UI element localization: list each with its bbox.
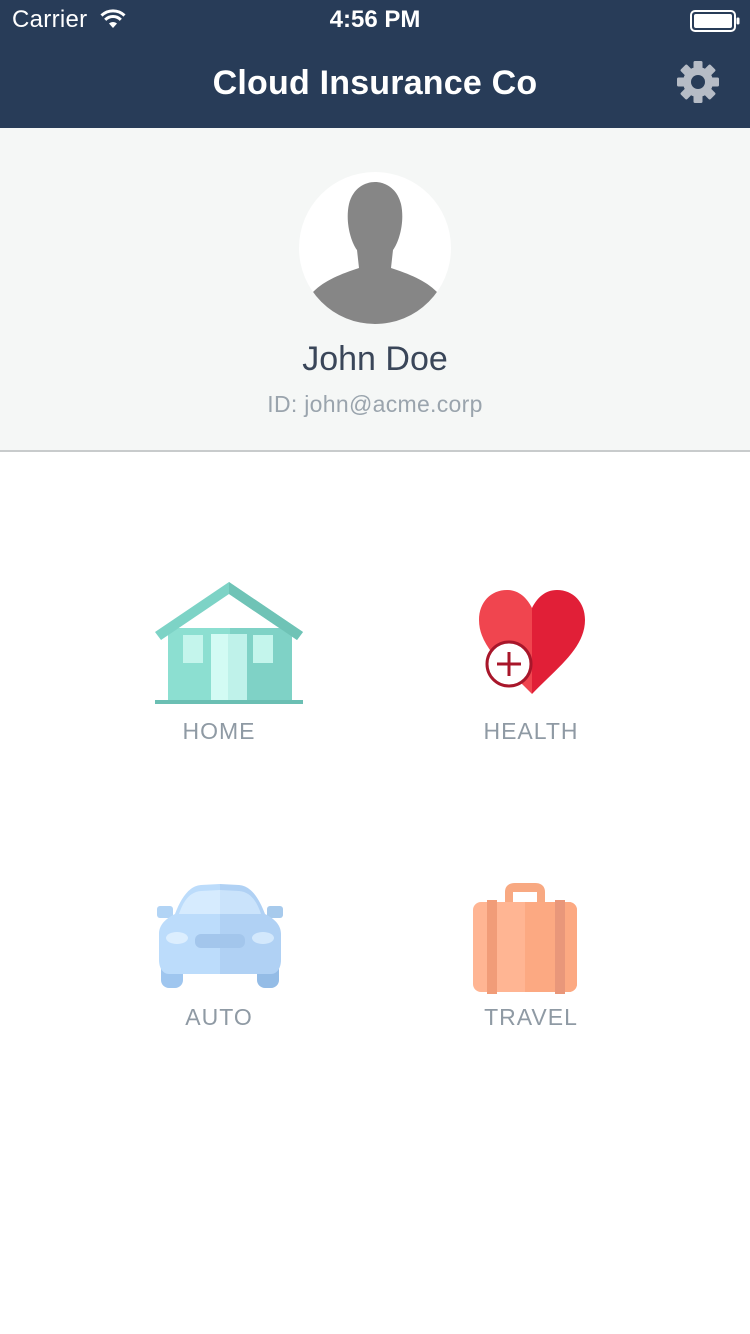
- gear-icon: [677, 61, 719, 103]
- settings-button[interactable]: [676, 60, 720, 104]
- status-bar: Carrier 4:56 PM: [0, 0, 750, 40]
- heart-plus-icon: [479, 590, 585, 694]
- car-icon: [157, 884, 283, 988]
- category-home-label: HOME: [182, 718, 256, 744]
- battery-icon: [690, 10, 740, 32]
- category-health[interactable]: HEALTH: [431, 580, 631, 770]
- category-auto[interactable]: AUTO: [119, 880, 319, 1070]
- category-home[interactable]: HOME: [119, 580, 319, 770]
- category-health-label: HEALTH: [483, 718, 579, 744]
- user-id: ID: john@acme.corp: [267, 391, 483, 417]
- category-travel[interactable]: TRAVEL: [431, 880, 631, 1070]
- user-silhouette-icon: [309, 182, 441, 324]
- app-screen: Carrier 4:56 PM Cloud Insurance Co John …: [0, 0, 750, 1334]
- suitcase-icon: [473, 883, 577, 994]
- house-icon: [155, 582, 303, 704]
- header: Carrier 4:56 PM Cloud Insurance Co: [0, 0, 750, 128]
- page-title: Cloud Insurance Co: [212, 64, 538, 102]
- user-name: John Doe: [302, 340, 448, 378]
- category-travel-label: TRAVEL: [484, 1004, 578, 1030]
- avatar: [299, 172, 451, 324]
- status-time: 4:56 PM: [329, 6, 421, 33]
- profile-section: John Doe ID: john@acme.corp: [0, 128, 750, 452]
- category-auto-label: AUTO: [185, 1004, 253, 1030]
